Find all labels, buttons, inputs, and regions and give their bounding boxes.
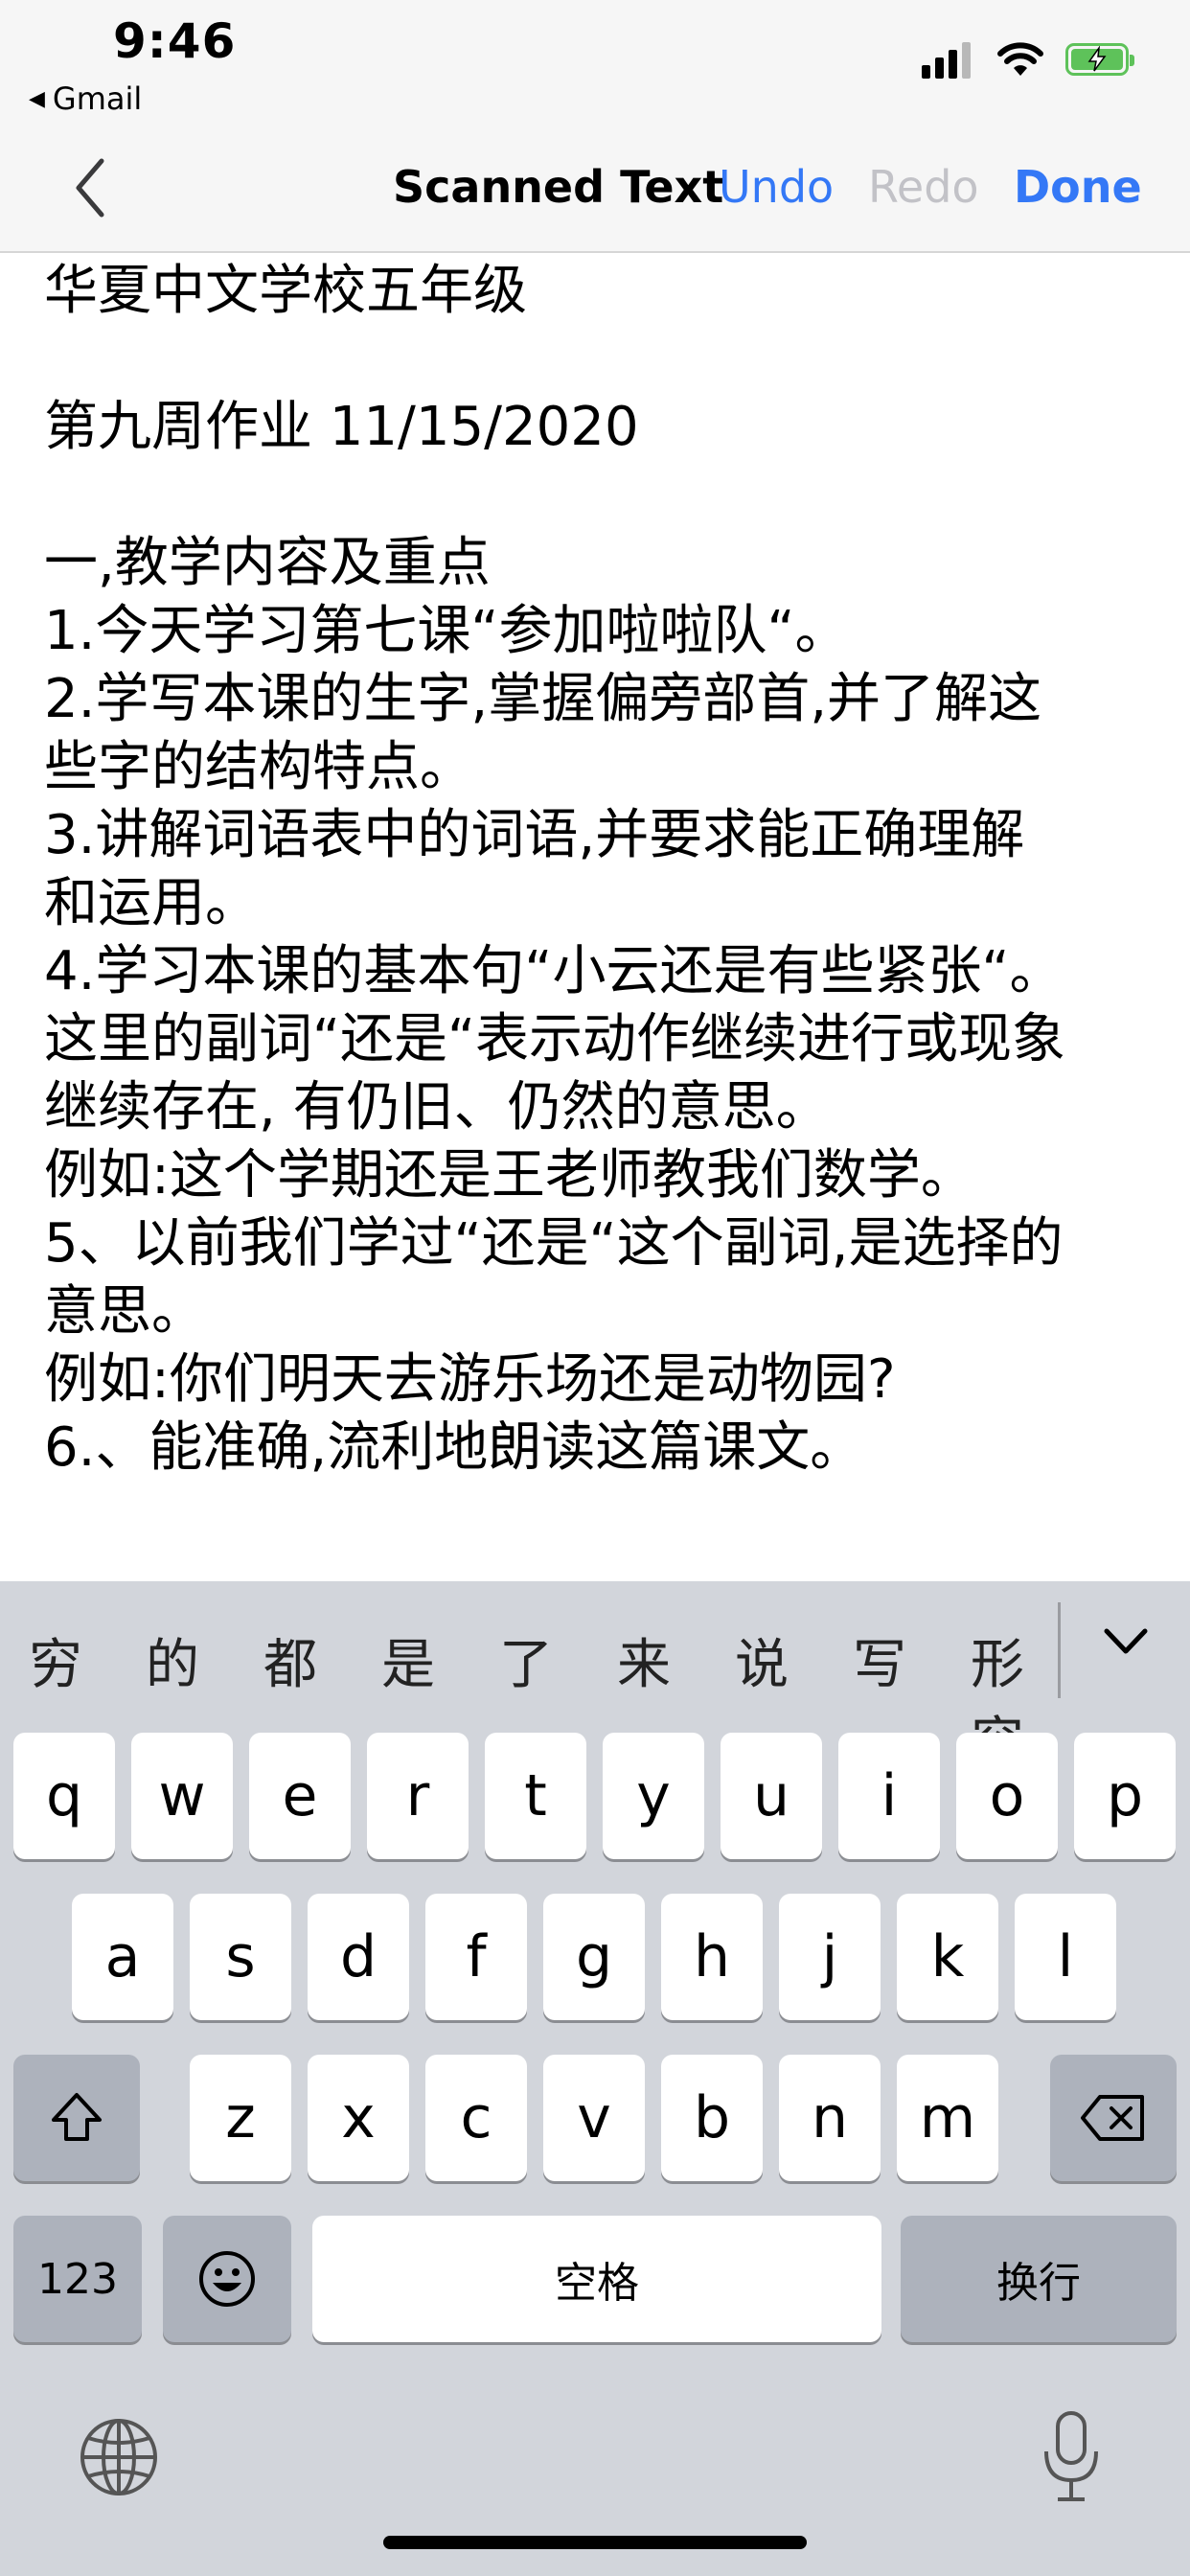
key-r[interactable]: r: [367, 1733, 469, 1859]
candidate-item[interactable]: 的: [146, 1622, 199, 1699]
key-k[interactable]: k: [897, 1894, 998, 2020]
candidate-item[interactable]: 都: [263, 1622, 317, 1699]
text-line: 3.讲解词语表中的词语,并要求能正确理解: [44, 804, 1025, 866]
text-line: 继续存在, 有仍旧、仍然的意思。: [44, 1076, 830, 1138]
undo-button[interactable]: Undo: [719, 161, 834, 213]
delete-key[interactable]: [1050, 2055, 1177, 2181]
candidate-item[interactable]: 了: [499, 1622, 553, 1699]
keyboard: 穷 的 都 是 了 来 说 写 形容 q w e r t y u i o p a…: [0, 1581, 1190, 2576]
key-s[interactable]: s: [190, 1894, 291, 2020]
emoji-icon: [199, 2251, 255, 2307]
text-line: 和运用。: [44, 872, 259, 934]
candidate-item[interactable]: 是: [381, 1622, 435, 1699]
text-line: 5、以前我们学过“还是“这个副词,是选择的: [44, 1212, 1064, 1275]
key-n[interactable]: n: [779, 2055, 881, 2181]
key-x[interactable]: x: [308, 2055, 409, 2181]
home-indicator: [383, 2536, 807, 2549]
key-c[interactable]: c: [425, 2055, 527, 2181]
battery-charging-icon: [1065, 43, 1134, 76]
key-m[interactable]: m: [897, 2055, 998, 2181]
key-y[interactable]: y: [603, 1733, 704, 1859]
space-key[interactable]: 空格: [312, 2216, 881, 2342]
candidate-bar: 穷 的 都 是 了 来 说 写 形容: [0, 1581, 1190, 1774]
candidate-divider: [1058, 1602, 1061, 1698]
key-a[interactable]: a: [72, 1894, 173, 2020]
text-line: 例如:你们明天去游乐场还是动物园?: [44, 1348, 896, 1411]
back-chevron-icon[interactable]: [67, 153, 115, 222]
key-g[interactable]: g: [543, 1894, 645, 2020]
key-q[interactable]: q: [13, 1733, 115, 1859]
candidate-item[interactable]: 穷: [29, 1622, 82, 1699]
redo-button[interactable]: Redo: [868, 161, 979, 213]
text-line: 意思。: [44, 1280, 205, 1343]
text-line: [44, 461, 1156, 529]
text-line: 第九周作业 11/15/2020: [44, 396, 639, 458]
navigation-bar: Scanned Text Undo Redo Done: [0, 125, 1190, 253]
text-line: 6.、能准确,流利地朗读这篇课文。: [44, 1416, 864, 1479]
text-line: 些字的结构特点。: [44, 736, 473, 798]
candidate-item[interactable]: 说: [735, 1622, 789, 1699]
key-p[interactable]: p: [1074, 1733, 1176, 1859]
text-line: 这里的副词“还是“表示动作继续进行或现象: [44, 1008, 1066, 1070]
key-i[interactable]: i: [838, 1733, 940, 1859]
key-f[interactable]: f: [425, 1894, 527, 2020]
back-to-app-link[interactable]: ◀ Gmail: [29, 80, 142, 117]
candidate-item[interactable]: 来: [617, 1622, 671, 1699]
text-line: [44, 325, 1156, 393]
candidate-item[interactable]: 写: [853, 1622, 906, 1699]
key-o[interactable]: o: [956, 1733, 1058, 1859]
back-app-label: Gmail: [52, 80, 143, 117]
key-e[interactable]: e: [249, 1733, 351, 1859]
key-z[interactable]: z: [190, 2055, 291, 2181]
text-line: 1.今天学习第七课“参加啦啦队“。: [44, 600, 849, 662]
key-h[interactable]: h: [661, 1894, 763, 2020]
back-triangle-icon: ◀: [29, 86, 45, 111]
key-w[interactable]: w: [131, 1733, 233, 1859]
page-title: Scanned Text: [393, 161, 724, 213]
microphone-icon[interactable]: [1039, 2409, 1104, 2505]
shift-key[interactable]: [13, 2055, 140, 2181]
status-icons: [922, 40, 1134, 79]
delete-icon: [1081, 2095, 1144, 2141]
key-u[interactable]: u: [721, 1733, 822, 1859]
text-line: 2.学写本课的生字,掌握偏旁部首,并了解这: [44, 668, 1042, 730]
status-bar: 9:46 ◀ Gmail: [0, 0, 1190, 125]
cellular-signal-icon: [922, 40, 975, 79]
scanned-text-editor[interactable]: 华夏中文学校五年级 第九周作业 11/15/2020 一,教学内容及重点 1.今…: [44, 257, 1156, 1482]
globe-icon[interactable]: [79, 2417, 159, 2497]
key-b[interactable]: b: [661, 2055, 763, 2181]
shift-icon: [52, 2093, 102, 2141]
return-key[interactable]: 换行: [901, 2216, 1177, 2342]
key-d[interactable]: d: [308, 1894, 409, 2020]
text-line: 4.学习本课的基本句“小云还是有些紧张“。: [44, 940, 1064, 1002]
key-v[interactable]: v: [543, 2055, 645, 2181]
text-line: 例如:这个学期还是王老师教我们数学。: [44, 1144, 974, 1207]
text-line: 一,教学内容及重点: [44, 532, 491, 594]
status-time: 9:46: [113, 13, 237, 69]
key-t[interactable]: t: [485, 1733, 586, 1859]
numbers-key[interactable]: 123: [13, 2216, 142, 2342]
key-j[interactable]: j: [779, 1894, 881, 2020]
done-button[interactable]: Done: [1014, 161, 1142, 213]
emoji-key[interactable]: [163, 2216, 291, 2342]
wifi-icon: [997, 42, 1043, 76]
chevron-down-icon[interactable]: [1102, 1625, 1150, 1658]
key-l[interactable]: l: [1015, 1894, 1116, 2020]
text-line: 华夏中文学校五年级: [44, 260, 527, 322]
